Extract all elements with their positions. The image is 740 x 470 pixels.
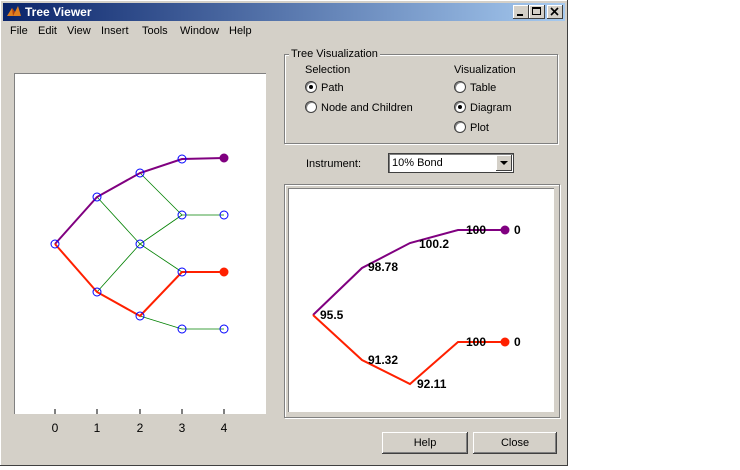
close-button[interactable]: Close — [473, 432, 557, 454]
diagram-value-label: 0 — [514, 335, 521, 349]
tree-viewer-window: Tree Viewer File Edit View Insert Tools … — [0, 0, 568, 466]
diagram-value-label: 100.2 — [419, 237, 449, 251]
diagram-path-down — [312, 314, 505, 386]
diagram-end-node-down — [500, 337, 510, 347]
diagram-value-label: 100 — [466, 335, 486, 349]
diagram-value-label: 95.5 — [320, 308, 344, 322]
diagram-value-label: 100 — [466, 223, 486, 237]
diagram-value-label: 98.78 — [368, 260, 398, 274]
diagram-path-up — [312, 229, 505, 316]
diagram-value-label: 91.32 — [368, 353, 398, 367]
diagram-value-label: 0 — [514, 223, 521, 237]
diagram-value-label: 92.11 — [417, 377, 447, 391]
diagram-end-node-up — [500, 225, 510, 235]
path-diagram: 95.5 98.78 100.2 100 0 91.32 92.11 100 0 — [312, 223, 521, 391]
help-button[interactable]: Help — [382, 432, 468, 454]
